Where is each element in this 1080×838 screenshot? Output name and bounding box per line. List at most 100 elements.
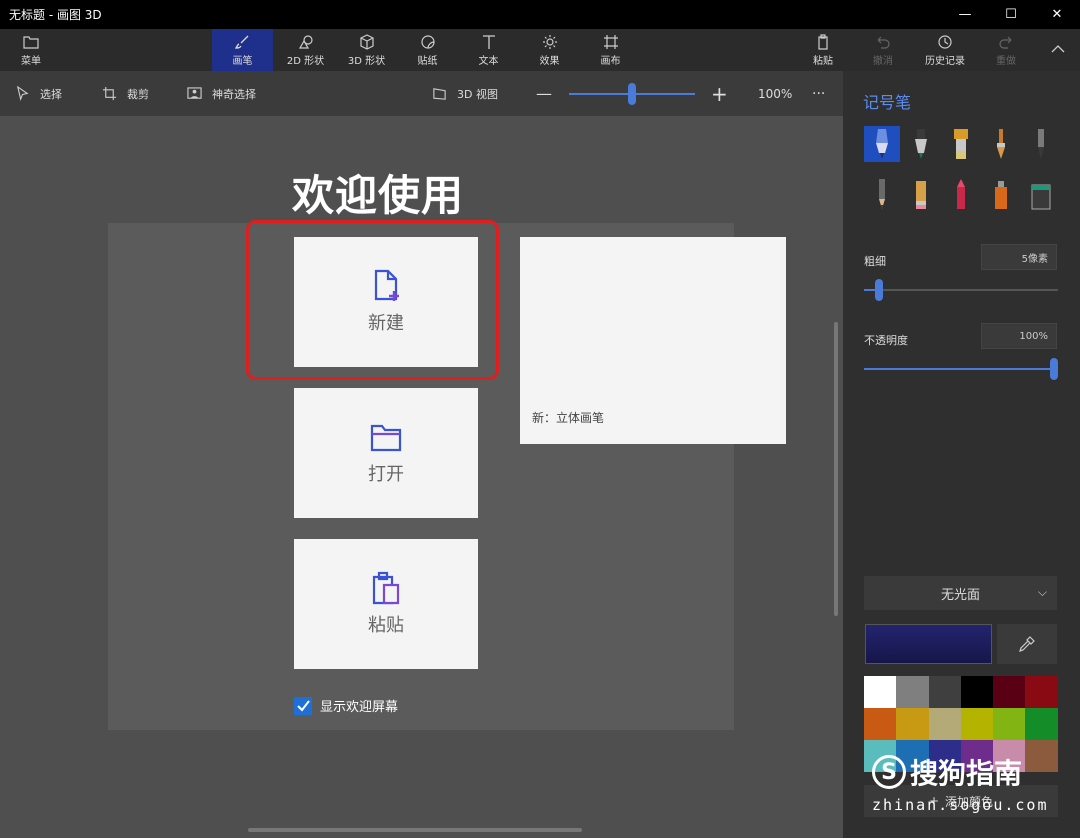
color-swatch[interactable] (960, 676, 994, 708)
color-swatch[interactable] (993, 676, 1026, 708)
paste-label: 粘贴 (813, 55, 833, 67)
view-3d-label: 3D 视图 (457, 87, 498, 101)
thickness-input[interactable]: 5像素 (981, 244, 1057, 270)
tab-label: 画笔 (232, 55, 253, 67)
annotation-highlight (246, 220, 499, 380)
eyedropper-icon (1019, 636, 1035, 652)
more-options-button[interactable]: ··· (812, 71, 825, 116)
fill-bucket-brush[interactable] (1023, 176, 1059, 212)
minimize-button[interactable]: — (942, 0, 988, 29)
sticker-icon (420, 34, 435, 49)
magic-select-label: 神奇选择 (212, 87, 256, 101)
marker-brush[interactable] (864, 126, 900, 162)
zoom-in-button[interactable]: + (711, 71, 728, 116)
undo-button[interactable]: 撤消 (862, 29, 904, 71)
color-swatch[interactable] (896, 708, 929, 740)
undo-label: 撤消 (873, 55, 893, 67)
opacity-slider-fill (864, 368, 1054, 370)
current-color-swatch[interactable] (865, 624, 992, 664)
watercolor-icon (997, 129, 1005, 159)
panel-title: 记号笔 (863, 93, 912, 112)
opacity-slider-thumb[interactable] (1050, 358, 1058, 380)
zoom-slider-thumb[interactable] (628, 83, 636, 105)
show-welcome-toggle[interactable]: 显示欢迎屏幕 (294, 696, 398, 715)
pixel-pen-brush[interactable] (1023, 126, 1059, 162)
eyedropper-button[interactable] (997, 624, 1057, 664)
preview-caption: 新：立体画笔 (532, 411, 605, 425)
opacity-input[interactable]: 100% (981, 323, 1057, 349)
thickness-slider-thumb[interactable] (875, 279, 884, 301)
marker-icon (876, 129, 888, 159)
tab-effects[interactable]: 效果 (519, 29, 580, 71)
oil-brush[interactable] (943, 126, 979, 162)
history-label: 历史记录 (925, 55, 965, 67)
history-button[interactable]: 历史记录 (918, 29, 972, 71)
color-swatch[interactable] (960, 708, 994, 740)
ribbon: 菜单 画笔 2D 形状 3D 形状 贴纸 文本 效果 画布 粘贴 撤消 历史记录 (0, 29, 1080, 71)
fill-bucket-icon (1031, 184, 1051, 210)
folder-icon (370, 424, 402, 452)
menu-button[interactable]: 菜单 (10, 29, 52, 71)
shapes-2d-icon (298, 34, 313, 49)
paste-tile-button[interactable]: 粘贴 (294, 539, 478, 669)
color-swatch[interactable] (928, 708, 961, 740)
feature-preview-card[interactable]: 新：立体画笔 (520, 237, 786, 444)
tab-text[interactable]: 文本 (458, 29, 519, 71)
collapse-ribbon-button[interactable] (1040, 29, 1076, 71)
crayon-brush[interactable] (943, 176, 979, 212)
sun-icon (542, 34, 557, 49)
zoom-level: 100% (758, 86, 793, 101)
select-button[interactable]: 选择 (15, 71, 62, 116)
chevron-up-icon (1051, 45, 1065, 53)
show-welcome-label: 显示欢迎屏幕 (320, 700, 399, 715)
zoom-out-button[interactable]: — (536, 71, 552, 116)
redo-button[interactable]: 重做 (985, 29, 1027, 71)
crop-icon (102, 86, 117, 101)
history-icon (938, 34, 952, 49)
eraser-brush[interactable] (903, 176, 939, 212)
color-swatch[interactable] (993, 708, 1026, 740)
crayon-icon (957, 179, 965, 209)
view-3d-icon (433, 88, 446, 100)
thickness-slider-track[interactable] (864, 289, 1058, 291)
eraser-icon (916, 181, 926, 209)
window-title: 无标题 - 画图 3D (9, 8, 102, 22)
canvas-icon (603, 34, 618, 49)
opacity-label: 不透明度 (864, 334, 908, 347)
open-label: 打开 (368, 464, 404, 485)
calligraphy-pen-brush[interactable] (903, 126, 939, 162)
finish-dropdown[interactable]: 无光面 ⌵ (864, 576, 1057, 610)
welcome-title: 欢迎使用 (292, 171, 465, 220)
watercolor-brush[interactable] (983, 126, 1019, 162)
sogou-watermark: S 搜狗指南 zhinan.sogou.com (872, 752, 1049, 814)
horizontal-scrollbar[interactable] (248, 828, 582, 832)
open-button[interactable]: 打开 (294, 388, 478, 518)
color-swatch[interactable] (928, 676, 961, 708)
tab-2d-shapes[interactable]: 2D 形状 (275, 29, 336, 71)
color-swatch[interactable] (864, 676, 897, 708)
close-button[interactable]: ✕ (1034, 0, 1080, 29)
crop-button[interactable]: 裁剪 (102, 71, 149, 116)
pencil-brush[interactable] (864, 176, 900, 212)
spray-can-icon (995, 181, 1007, 209)
color-swatch[interactable] (896, 676, 929, 708)
color-swatch[interactable] (1025, 676, 1058, 708)
tab-stickers[interactable]: 贴纸 (397, 29, 458, 71)
tab-label: 文本 (478, 55, 499, 67)
tab-brushes[interactable]: 画笔 (212, 29, 273, 71)
view-3d-button[interactable]: 3D 视图 (432, 71, 498, 116)
color-swatch[interactable] (864, 708, 897, 740)
paste-button[interactable]: 粘贴 (802, 29, 844, 71)
vertical-scrollbar[interactable] (834, 322, 838, 616)
color-swatch[interactable] (1025, 708, 1058, 740)
spray-can-brush[interactable] (983, 176, 1019, 212)
show-welcome-checkbox[interactable] (294, 696, 312, 715)
tab-label: 3D 形状 (347, 55, 386, 67)
tab-canvas[interactable]: 画布 (580, 29, 641, 71)
maximize-button[interactable]: ☐ (988, 0, 1034, 29)
redo-label: 重做 (996, 55, 1016, 67)
watermark-brand: 搜狗指南 (910, 757, 1023, 790)
sogou-logo: S (872, 755, 906, 789)
tab-3d-shapes[interactable]: 3D 形状 (336, 29, 397, 71)
magic-select-button[interactable]: 神奇选择 (187, 71, 256, 116)
